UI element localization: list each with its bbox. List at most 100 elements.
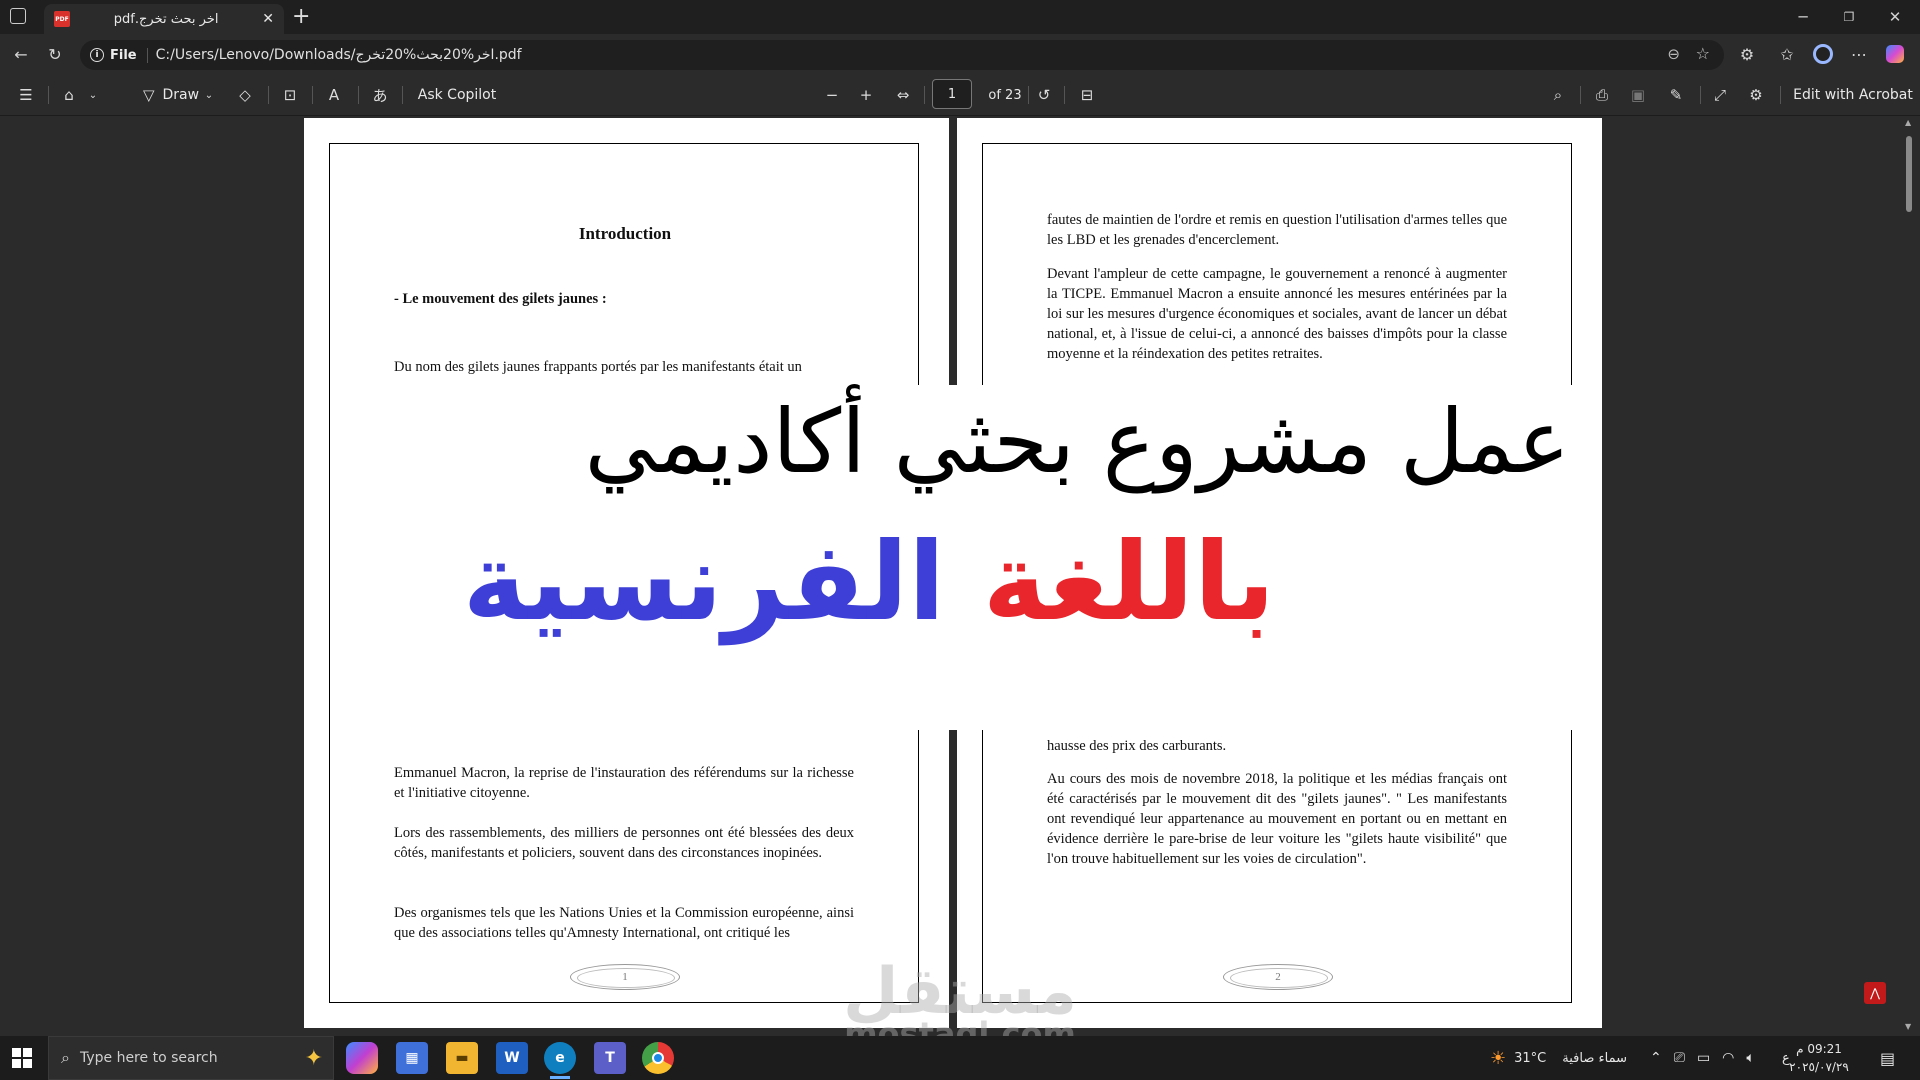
vertical-scrollbar[interactable]: ▲ ▼ — [1902, 116, 1916, 1036]
windows-start-icon[interactable] — [12, 1048, 32, 1068]
separator — [1580, 86, 1581, 104]
separator — [1780, 86, 1781, 104]
site-info-chip[interactable]: i File — [90, 47, 148, 63]
edge-browser-icon[interactable]: e — [544, 1042, 576, 1074]
separator — [312, 86, 313, 104]
taskbar-search[interactable]: ⌕ Type here to search ✦ — [48, 1036, 334, 1080]
extensions-icon[interactable]: ⚙ — [1732, 39, 1762, 69]
address-bar[interactable]: i File C:/Users/Lenovo/Downloads/اخر%20ب… — [80, 40, 1724, 70]
find-search-icon[interactable]: ⌕ — [1546, 80, 1570, 110]
ask-copilot-button[interactable]: Ask Copilot — [412, 80, 502, 110]
page-title: Introduction — [578, 224, 672, 243]
read-aloud-icon[interactable]: A — [322, 80, 346, 110]
file-label: File — [110, 47, 137, 63]
tab-actions-icon[interactable] — [10, 8, 26, 24]
search-icon: ⌕ — [61, 1048, 70, 1067]
translate-icon[interactable]: あ — [368, 80, 392, 110]
highlight-dropdown-icon[interactable]: ⌄ — [86, 80, 100, 110]
scroll-thumb[interactable] — [1906, 136, 1912, 212]
address-row: ← ↻ i File C:/Users/Lenovo/Downloads/اخر… — [0, 34, 1920, 74]
copilot-icon[interactable] — [1880, 39, 1910, 69]
print-icon[interactable]: ⎙ — [1590, 80, 1614, 110]
close-window-button[interactable]: ✕ — [1872, 0, 1918, 34]
highlight-icon[interactable]: ⌂ — [58, 80, 80, 110]
bullet-heading: - Le mouvement des gilets jaunes : — [394, 291, 607, 307]
contents-list-icon[interactable]: ☰ — [14, 80, 38, 110]
paragraph: Du nom des gilets jaunes frappants porté… — [394, 359, 802, 375]
clock[interactable]: 09:21 م ٢٠٢٥/٠٧/٢٩ — [1764, 1040, 1874, 1076]
separator — [1700, 86, 1701, 104]
page-number-ellipse: 2 — [1223, 964, 1333, 990]
banner-line-1: عمل مشروع بحثي أكاديمي — [584, 390, 1570, 493]
weather-text: سماء صافية — [1562, 1050, 1627, 1066]
show-hidden-icons-icon[interactable]: ⌃ — [1650, 1050, 1662, 1066]
separator — [268, 86, 269, 104]
pdf-file-icon: PDF — [54, 11, 70, 27]
fullscreen-icon[interactable]: ⤢ — [1708, 80, 1732, 110]
banner-word-red: باللغة — [982, 520, 1275, 645]
wifi-icon[interactable]: ◠ — [1722, 1050, 1734, 1066]
taskbar: ⌕ Type here to search ✦ ▦ ▬ W e T ☀ 31°C… — [0, 1036, 1920, 1080]
battery-icon[interactable]: ▭ — [1697, 1050, 1710, 1066]
favorites-icon[interactable]: ✩ — [1772, 39, 1802, 69]
page-view-icon[interactable]: ⊟ — [1074, 80, 1100, 110]
zoom-icon[interactable]: ⊖ — [1667, 45, 1680, 63]
sparkle-icon: ✦ — [304, 1045, 323, 1071]
scroll-up-icon[interactable]: ▲ — [1905, 118, 1911, 127]
acrobat-icon[interactable]: ⋀ — [1864, 982, 1886, 1004]
zoom-out-icon[interactable]: − — [820, 80, 844, 110]
active-app-indicator — [550, 1076, 570, 1079]
settings-gear-icon[interactable]: ⚙ — [1744, 80, 1768, 110]
restore-button[interactable]: ❐ — [1826, 0, 1872, 34]
paragraph: hausse des prix des carburants. — [1047, 738, 1227, 754]
profile-icon[interactable] — [1808, 39, 1838, 69]
paragraph: Emmanuel Macron, la reprise de l'instaur… — [394, 765, 854, 801]
favorite-star-icon[interactable]: ☆ — [1696, 44, 1710, 63]
copilot-app-icon[interactable] — [346, 1042, 378, 1074]
tab-pdf[interactable]: PDF اخر بحث تخرج.pdf ✕ — [44, 4, 284, 34]
edit-with-acrobat-button[interactable]: Edit with Acrobat — [1792, 80, 1914, 110]
separator — [402, 86, 403, 104]
info-icon: i — [90, 48, 104, 62]
fit-page-icon[interactable]: ⇔ — [890, 80, 916, 110]
refresh-icon[interactable]: ↻ — [40, 39, 70, 69]
promo-banner: عمل مشروع بحثي أكاديمي باللغة الفرنسية — [463, 385, 1580, 730]
draw-dropdown-icon[interactable]: ⌄ — [202, 80, 216, 110]
paragraph: Des organismes tels que les Nations Unie… — [394, 905, 854, 941]
page-number-input[interactable]: 1 — [932, 79, 972, 109]
new-tab-button[interactable]: + — [292, 4, 310, 29]
paragraph: Devant l'ampleur de cette campagne, le g… — [1047, 266, 1507, 362]
weather-sun-icon: ☀ — [1490, 1047, 1507, 1069]
device-icon[interactable]: ⎚ — [1674, 1050, 1685, 1066]
system-tray: ⌃ ⎚ ▭ ◠ 🔈︎ — [1650, 1036, 1755, 1080]
save-icon[interactable]: ▣ — [1626, 80, 1650, 110]
separator — [1028, 86, 1029, 104]
zoom-in-icon[interactable]: + — [854, 80, 878, 110]
weather-widget[interactable]: ☀ 31°C سماء صافية — [1490, 1036, 1627, 1080]
tab-close-icon[interactable]: ✕ — [262, 11, 274, 27]
paragraph: Au cours des mois de novembre 2018, la p… — [1047, 771, 1507, 867]
erase-icon[interactable]: ◇ — [234, 80, 256, 110]
separator — [924, 86, 925, 104]
more-menu-icon[interactable]: ⋯ — [1844, 39, 1874, 69]
back-arrow-icon[interactable]: ← — [6, 39, 36, 69]
scroll-down-icon[interactable]: ▼ — [1905, 1022, 1911, 1031]
paragraph: Lors des rassemblements, des milliers de… — [394, 825, 854, 861]
add-text-icon[interactable]: ⊡ — [278, 80, 302, 110]
notifications-icon[interactable]: ▤ — [1880, 1036, 1895, 1080]
url-text[interactable]: C:/Users/Lenovo/Downloads/اخر%20بحث%20تخ… — [156, 47, 522, 63]
minimize-button[interactable]: ─ — [1780, 0, 1826, 34]
search-placeholder: Type here to search — [79, 1050, 218, 1066]
pdf-toolbar: ☰ ⌂ ⌄ ▽ Draw ⌄ ◇ ⊡ A あ Ask Copilot − + ⇔… — [0, 74, 1920, 116]
title-bar: PDF اخر بحث تخرج.pdf ✕ + ─ ❐ ✕ — [0, 0, 1920, 34]
chrome-browser-icon[interactable] — [642, 1042, 674, 1074]
rotate-icon[interactable]: ↺ — [1032, 80, 1056, 110]
draw-icon: ▽ — [142, 86, 155, 104]
teams-app-icon[interactable]: T — [594, 1042, 626, 1074]
save-as-icon[interactable]: ✎ — [1664, 80, 1688, 110]
word-app-icon[interactable]: W — [496, 1042, 528, 1074]
store-app-icon[interactable]: ▦ — [396, 1042, 428, 1074]
separator — [1064, 86, 1065, 104]
file-explorer-icon[interactable]: ▬ — [446, 1042, 478, 1074]
volume-icon[interactable]: 🔈︎ — [1746, 1050, 1754, 1066]
